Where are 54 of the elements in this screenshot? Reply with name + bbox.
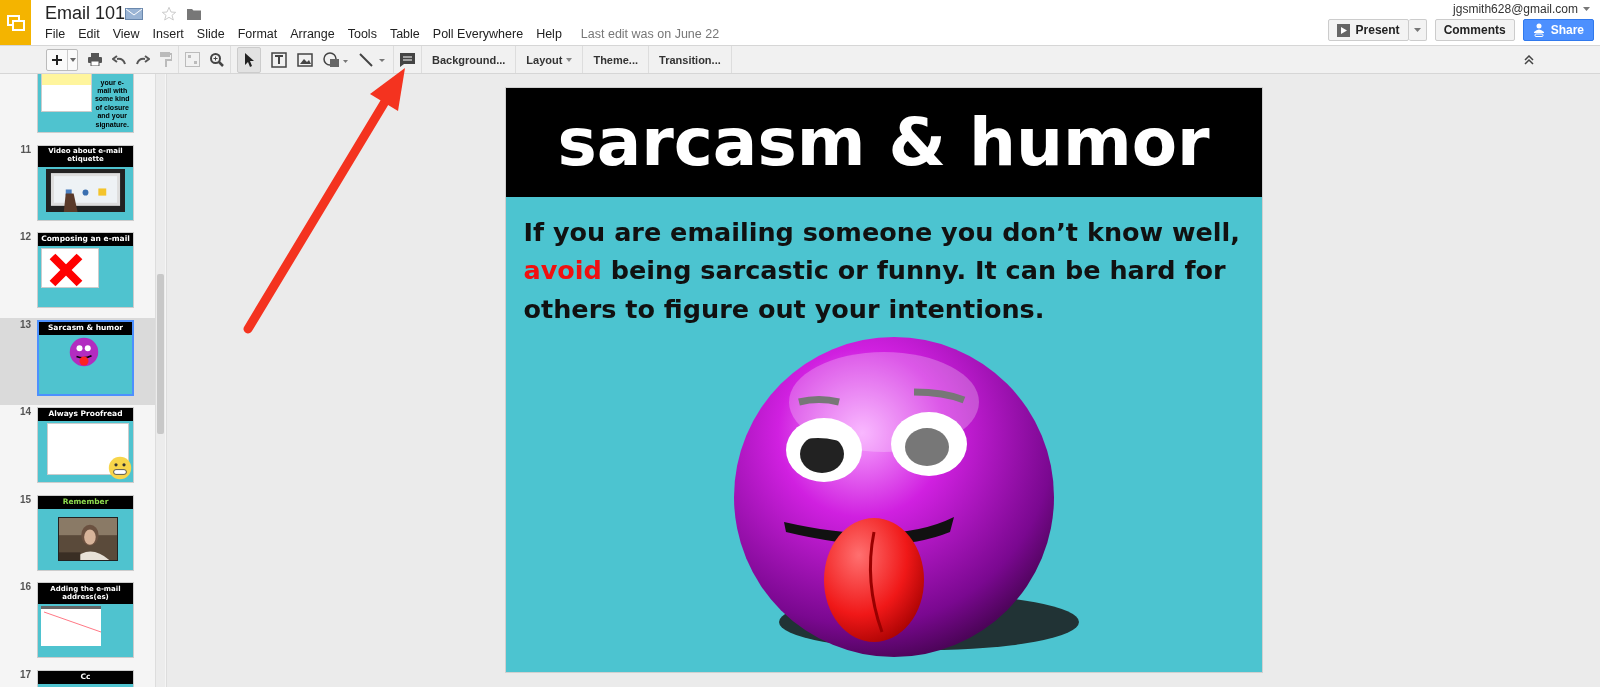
slide-number: 15	[18, 492, 32, 505]
present-icon	[1336, 23, 1350, 37]
star-icon[interactable]	[161, 5, 178, 22]
person-icon	[1532, 23, 1545, 37]
menu-item[interactable]: Format	[237, 27, 278, 41]
toolbar-button[interactable]: Background...	[426, 53, 512, 66]
present-button[interactable]: Present	[1327, 19, 1409, 41]
slide-text: If you are emailing someone you don’t know well, avoid being sarcastic or funny. It can be hard for others to figure out your intentions.	[522, 216, 1241, 326]
toolbar-button[interactable]: Layout	[520, 53, 579, 66]
account-menu[interactable]: jgsmith628@gmail.com	[1453, 2, 1590, 16]
menu-item[interactable]: Insert	[152, 27, 184, 41]
slide-number: 13	[18, 317, 32, 330]
menu-item[interactable]: Table	[389, 27, 420, 41]
collapse-icon[interactable]	[1524, 54, 1534, 65]
caret-icon[interactable]	[67, 49, 77, 70]
emoji-icon	[69, 336, 99, 367]
menu-item[interactable]: Poll Everywhere	[432, 27, 524, 41]
zoom-icon[interactable]	[210, 52, 224, 67]
menu-item[interactable]: View	[112, 27, 140, 41]
caret-icon	[1583, 7, 1590, 11]
toolbar-button[interactable]: Theme...	[587, 53, 645, 66]
comment-icon[interactable]	[400, 52, 415, 67]
image-icon[interactable]	[297, 52, 313, 67]
caret-icon	[1413, 28, 1421, 32]
text-box-icon[interactable]	[271, 51, 287, 68]
menu-item[interactable]: Tools	[347, 27, 377, 41]
menu-item[interactable]: Help	[536, 27, 562, 41]
undo-icon[interactable]	[112, 54, 126, 65]
present-options-button[interactable]	[1408, 19, 1427, 41]
comments-button[interactable]: Comments	[1434, 19, 1515, 41]
scrollbar-thumb[interactable]	[157, 274, 164, 434]
menu-item[interactable]: Slide	[196, 27, 225, 41]
slide-number: 12	[18, 230, 32, 242]
line-tool-icon[interactable]	[359, 52, 387, 67]
email-screenshot	[41, 606, 101, 646]
menu-item[interactable]: Arrange	[290, 27, 335, 41]
document-title[interactable]: Email 101	[45, 3, 126, 24]
select-tool-icon[interactable]	[237, 46, 261, 73]
envelope-icon	[125, 7, 144, 20]
slide-number: 14	[18, 405, 32, 417]
slide-number: 16	[18, 580, 32, 592]
slide-title: sarcasm & humor	[557, 104, 1210, 181]
print-icon[interactable]	[88, 53, 102, 66]
folder-icon[interactable]	[187, 7, 202, 20]
toolbar-button[interactable]: Transition...	[653, 53, 727, 66]
cross-icon	[48, 252, 84, 288]
grimacing-emoji-icon	[108, 456, 132, 480]
slide-number: 17	[18, 667, 32, 680]
menu-item[interactable]: Edit	[78, 27, 100, 41]
redo-icon[interactable]	[136, 54, 150, 65]
shape-icon[interactable]	[323, 51, 349, 68]
slide-number: 11	[19, 142, 32, 155]
menu-item[interactable]: File	[45, 27, 66, 41]
last-edit-link[interactable]: Last edit was on June 22	[580, 27, 720, 41]
